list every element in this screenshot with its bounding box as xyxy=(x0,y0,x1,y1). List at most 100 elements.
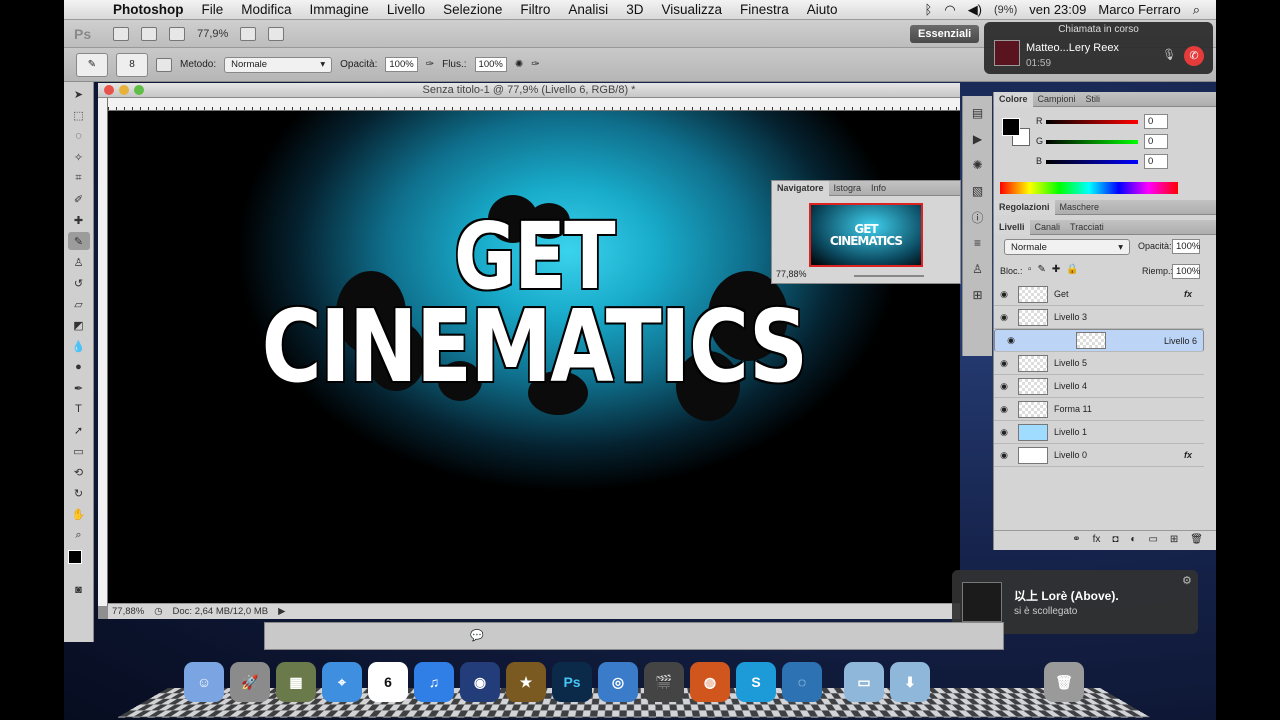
spotlight-search-icon[interactable]: ⌕ xyxy=(1193,2,1200,18)
channel-r-slider[interactable] xyxy=(1046,120,1138,124)
layer-row[interactable]: ◉ Livello 5 xyxy=(994,352,1204,375)
tab-livelli[interactable]: Livelli xyxy=(994,219,1030,235)
photoshop-dock-icon[interactable]: Ps xyxy=(552,662,592,702)
fx-icon[interactable]: fx xyxy=(1184,289,1192,299)
firefox-icon[interactable]: ◍ xyxy=(690,662,730,702)
minimize-icon[interactable] xyxy=(119,85,129,95)
info-panel-icon[interactable]: ⓘ xyxy=(968,208,988,226)
folder-icon[interactable]: ▭ xyxy=(844,662,884,702)
eraser-tool-icon[interactable]: ▱ xyxy=(68,295,90,313)
finder-icon[interactable]: ☺ xyxy=(184,662,224,702)
workspace-essentials-button[interactable]: Essenziali xyxy=(910,25,980,43)
menu-3d[interactable]: 3D xyxy=(617,2,652,17)
add-mask-icon[interactable]: ◘ xyxy=(1112,534,1118,545)
eyedropper-tool-icon[interactable]: ✐ xyxy=(68,190,90,208)
layer-row[interactable]: ◉ Get fx xyxy=(994,283,1204,306)
chat-input-bar[interactable]: 💬 xyxy=(264,622,1004,650)
opacity-input[interactable]: 100% xyxy=(385,57,418,72)
safari-icon[interactable]: ⌖ xyxy=(322,662,362,702)
menu-livello[interactable]: Livello xyxy=(378,2,434,17)
view-extras-icon[interactable] xyxy=(169,26,186,41)
dodge-tool-icon[interactable]: ● xyxy=(68,358,90,376)
menu-file[interactable]: File xyxy=(193,2,233,17)
adjustment-layer-icon[interactable]: ◐ xyxy=(1130,534,1136,545)
vertical-ruler[interactable] xyxy=(98,98,108,606)
menu-aiuto[interactable]: Aiuto xyxy=(798,2,847,17)
volume-icon[interactable]: ◀) xyxy=(968,2,982,18)
layer-row[interactable]: ◉ Livello 3 xyxy=(994,306,1204,329)
channel-r-input[interactable]: 0 xyxy=(1144,114,1168,129)
color-swatches[interactable] xyxy=(64,544,93,578)
bluetooth-icon[interactable]: ᛒ xyxy=(925,2,933,17)
document-title-bar[interactable]: Senza titolo-1 @ 77,9% (Livello 6, RGB/8… xyxy=(98,83,960,98)
screen-mode-icon[interactable] xyxy=(268,26,285,41)
clone-stamp-tool-icon[interactable]: ♙ xyxy=(68,253,90,271)
menu-app[interactable]: Photoshop xyxy=(104,2,193,17)
status-info-icon[interactable]: ◷ xyxy=(154,606,162,617)
channel-g-slider[interactable] xyxy=(1046,140,1138,144)
type-tool-icon[interactable]: T xyxy=(68,400,90,418)
downloads-icon[interactable]: ⬇ xyxy=(890,662,930,702)
lock-icons[interactable]: ▫✎✚🔒 xyxy=(1028,264,1085,275)
pressure-opacity-icon[interactable]: ✑ xyxy=(426,59,434,70)
channel-b-slider[interactable] xyxy=(1046,160,1138,164)
layer-row[interactable]: ◉ Forma 11 xyxy=(994,398,1204,421)
menu-analisi[interactable]: Analisi xyxy=(559,2,617,17)
tool-preset-picker[interactable]: ✎ xyxy=(76,52,108,77)
close-icon[interactable] xyxy=(104,85,114,95)
move-tool-icon[interactable]: ➤ xyxy=(68,85,90,103)
navigator-preview[interactable]: GET CINEMATICS xyxy=(809,203,923,267)
eye-icon[interactable]: ◉ xyxy=(1001,335,1021,346)
tool-presets-panel-icon[interactable]: ⊞ xyxy=(968,286,988,304)
horizontal-ruler[interactable] xyxy=(108,98,960,111)
cinema4d-icon[interactable]: ◉ xyxy=(460,662,500,702)
mini-bridge-icon[interactable] xyxy=(141,26,158,41)
tab-canali[interactable]: Canali xyxy=(1030,220,1066,235)
color-foreground-swatch[interactable] xyxy=(1002,118,1020,136)
foreground-color[interactable] xyxy=(68,550,82,564)
menu-filtro[interactable]: Filtro xyxy=(511,2,559,17)
eye-icon[interactable]: ◉ xyxy=(994,427,1014,438)
launchpad-icon[interactable]: 🚀 xyxy=(230,662,270,702)
arrange-documents-icon[interactable] xyxy=(240,26,257,41)
eye-icon[interactable]: ◉ xyxy=(994,289,1014,300)
skype-icon[interactable]: S xyxy=(736,662,776,702)
new-group-icon[interactable]: ▭ xyxy=(1148,534,1157,545)
flow-input[interactable]: 100% xyxy=(474,57,507,72)
airbrush-icon[interactable]: ✺ xyxy=(515,59,523,70)
paint-bucket-tool-icon[interactable]: ◩ xyxy=(68,316,90,334)
user-name[interactable]: Marco Ferraro xyxy=(1098,2,1180,17)
delete-layer-icon[interactable]: 🗑 xyxy=(1190,534,1203,545)
color-spectrum[interactable] xyxy=(1000,182,1178,194)
tab-stili[interactable]: Stili xyxy=(1081,92,1106,107)
tab-colore[interactable]: Colore xyxy=(994,91,1033,107)
mute-microphone-icon[interactable]: 🎙 xyxy=(1162,48,1176,61)
launch-bridge-icon[interactable] xyxy=(113,26,130,41)
eye-icon[interactable]: ◉ xyxy=(994,381,1014,392)
gear-icon[interactable]: ⚙ xyxy=(1182,574,1192,587)
image-panel-icon[interactable]: ▧ xyxy=(968,182,988,200)
3d-rotate-tool-icon[interactable]: ⟲ xyxy=(68,463,90,481)
brush-preset-picker[interactable]: 8 xyxy=(116,52,148,77)
tab-navigator[interactable]: Navigatore xyxy=(772,180,829,196)
link-layers-icon[interactable]: ⚭ xyxy=(1072,534,1080,545)
itunes-icon[interactable]: ♫ xyxy=(414,662,454,702)
preview-icon[interactable]: ◎ xyxy=(598,662,638,702)
marquee-tool-icon[interactable]: ⬚ xyxy=(68,106,90,124)
quick-mask-icon[interactable]: ◙ xyxy=(68,581,90,599)
eye-icon[interactable]: ◉ xyxy=(994,404,1014,415)
new-layer-icon[interactable]: ⊞ xyxy=(1170,534,1178,545)
zoom-icon[interactable] xyxy=(134,85,144,95)
lasso-tool-icon[interactable]: ◌ xyxy=(68,127,90,145)
status-zoom[interactable]: 77,88% xyxy=(112,606,144,617)
tab-tracciati[interactable]: Tracciati xyxy=(1065,220,1109,235)
menu-selezione[interactable]: Selezione xyxy=(434,2,511,17)
battery-indicator[interactable]: (9%) xyxy=(994,4,1017,16)
pressure-size-icon[interactable]: ✑ xyxy=(531,59,539,70)
eye-icon[interactable]: ◉ xyxy=(994,312,1014,323)
layer-row[interactable]: ◉ Livello 4 xyxy=(994,375,1204,398)
menu-immagine[interactable]: Immagine xyxy=(301,2,378,17)
brush-panel-toggle-icon[interactable] xyxy=(156,57,172,72)
quick-selection-tool-icon[interactable]: ✧ xyxy=(68,148,90,166)
rectangle-tool-icon[interactable]: ▭ xyxy=(68,442,90,460)
